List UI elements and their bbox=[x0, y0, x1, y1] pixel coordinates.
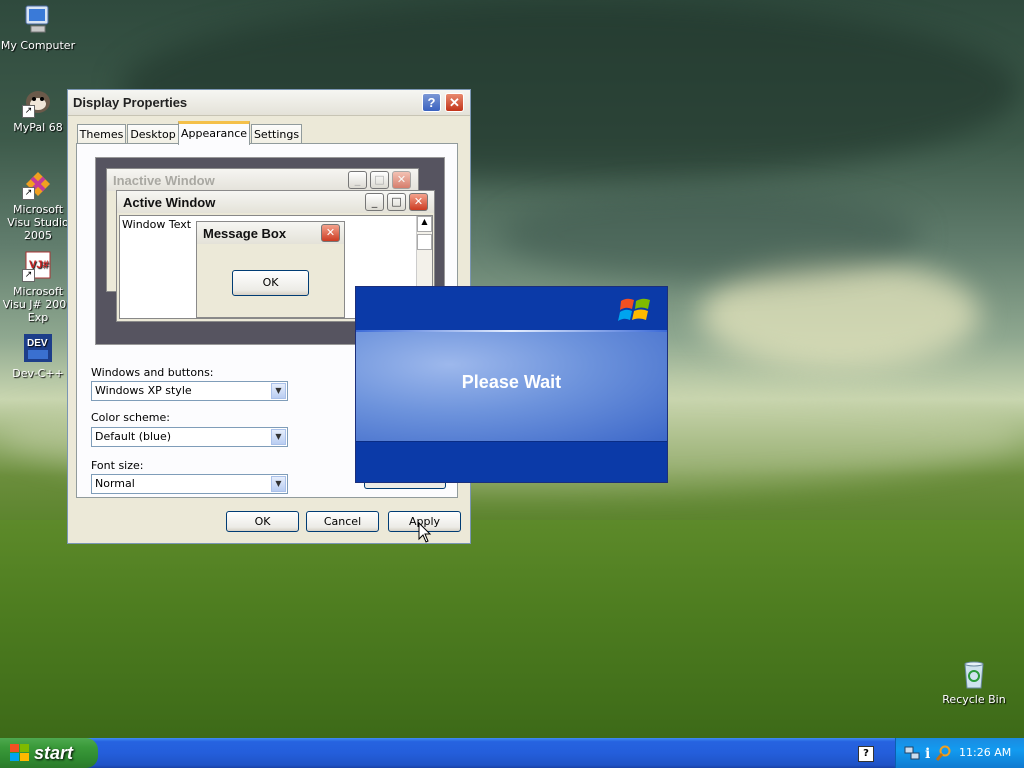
desktop-icon-devcpp[interactable]: DEV Dev-C++ bbox=[0, 332, 76, 380]
visual-studio-icon: ↗ bbox=[22, 168, 54, 200]
maximize-icon: □ bbox=[387, 193, 406, 211]
shortcut-arrow-icon: ↗ bbox=[22, 105, 35, 118]
font-size-label: Font size: bbox=[91, 459, 144, 472]
minimize-icon: _ bbox=[348, 171, 367, 189]
desktop-icon-recycle-bin[interactable]: Recycle Bin bbox=[936, 658, 1012, 706]
minimize-icon: _ bbox=[365, 193, 384, 211]
svg-text:DEV: DEV bbox=[27, 338, 48, 349]
help-button[interactable]: ? bbox=[422, 93, 441, 112]
network-icon[interactable] bbox=[904, 745, 920, 761]
tab-desktop[interactable]: Desktop bbox=[127, 124, 179, 144]
color-scheme-label: Color scheme: bbox=[91, 411, 170, 424]
color-scheme-select[interactable]: Default (blue) ▼ bbox=[91, 427, 288, 447]
close-icon: ✕ bbox=[321, 224, 340, 242]
mypal-icon: ↗ bbox=[22, 86, 54, 118]
desktop-icon-label: Microsoft Visu J# 2005 Exp bbox=[2, 285, 74, 324]
please-wait-footer bbox=[356, 441, 667, 482]
maximize-icon: □ bbox=[370, 171, 389, 189]
mouse-cursor-icon bbox=[418, 522, 432, 543]
tab-settings[interactable]: Settings bbox=[251, 124, 302, 144]
shortcut-arrow-icon: ↗ bbox=[22, 269, 35, 282]
desktop-icon-label: My Computer bbox=[0, 39, 76, 52]
windows-logo-icon bbox=[10, 744, 29, 761]
desktop-icon-visual-studio[interactable]: ↗ Microsoft Visu Studio 2005 bbox=[0, 168, 76, 242]
tab-appearance[interactable]: Appearance bbox=[178, 121, 250, 145]
start-button[interactable]: start bbox=[0, 738, 98, 768]
chevron-down-icon: ▼ bbox=[271, 476, 286, 492]
svg-text:i: i bbox=[925, 746, 930, 761]
devcpp-icon: DEV bbox=[22, 332, 54, 364]
desktop-icon-label: Dev-C++ bbox=[12, 367, 64, 380]
ok-button[interactable]: OK bbox=[226, 511, 299, 532]
help-tray-icon[interactable]: ? bbox=[858, 746, 874, 762]
windows-and-buttons-label: Windows and buttons: bbox=[91, 366, 214, 379]
window-title: Display Properties bbox=[73, 95, 188, 110]
title-bar[interactable]: Display Properties ? ✕ bbox=[68, 90, 470, 116]
please-wait-body: Please Wait bbox=[356, 332, 667, 441]
vjsharp-icon: VJ# ↗ bbox=[22, 250, 54, 282]
info-icon[interactable]: i bbox=[922, 745, 936, 761]
windows-and-buttons-select[interactable]: Windows XP style ▼ bbox=[91, 381, 288, 401]
please-wait-dialog: Please Wait bbox=[355, 286, 668, 483]
search-icon[interactable] bbox=[936, 745, 952, 761]
my-computer-icon bbox=[22, 4, 54, 36]
close-icon: ✕ bbox=[392, 171, 411, 189]
preview-message-box: Message Box ✕ OK bbox=[196, 221, 345, 318]
preview-ok-button: OK bbox=[232, 270, 309, 296]
desktop-icon-my-computer[interactable]: My Computer bbox=[0, 4, 76, 52]
close-button[interactable]: ✕ bbox=[445, 93, 464, 112]
desktop-icon-label: Recycle Bin bbox=[942, 693, 1006, 706]
desktop-icon-mypal[interactable]: ↗ MyPal 68 bbox=[0, 86, 76, 134]
preview-active-title: Active Window bbox=[123, 195, 216, 210]
please-wait-header bbox=[356, 287, 667, 330]
taskbar: start ? i 11:26 AM bbox=[0, 738, 1024, 768]
shortcut-arrow-icon: ↗ bbox=[22, 187, 35, 200]
desktop-icon-label: MyPal 68 bbox=[13, 121, 63, 134]
chevron-down-icon: ▼ bbox=[271, 383, 286, 399]
hidden-advanced-button bbox=[364, 483, 446, 489]
desktop-icon-vjsharp[interactable]: VJ# ↗ Microsoft Visu J# 2005 Exp bbox=[0, 250, 76, 324]
windows-logo-icon bbox=[618, 298, 650, 321]
recycle-bin-icon bbox=[958, 658, 990, 690]
preview-inactive-title: Inactive Window bbox=[113, 173, 215, 188]
tab-themes[interactable]: Themes bbox=[77, 124, 126, 144]
desktop-icon-label: Microsoft Visu Studio 2005 bbox=[7, 203, 69, 242]
preview-message-box-title: Message Box bbox=[203, 226, 287, 241]
font-size-select[interactable]: Normal ▼ bbox=[91, 474, 288, 494]
close-icon: ✕ bbox=[409, 193, 428, 211]
cancel-button[interactable]: Cancel bbox=[306, 511, 379, 532]
system-tray: i 11:26 AM bbox=[895, 738, 1024, 768]
please-wait-message: Please Wait bbox=[461, 372, 562, 392]
start-label: start bbox=[34, 743, 74, 763]
chevron-down-icon: ▼ bbox=[271, 429, 286, 445]
preview-window-text: Window Text bbox=[122, 218, 192, 231]
clock[interactable]: 11:26 AM bbox=[959, 746, 1011, 759]
